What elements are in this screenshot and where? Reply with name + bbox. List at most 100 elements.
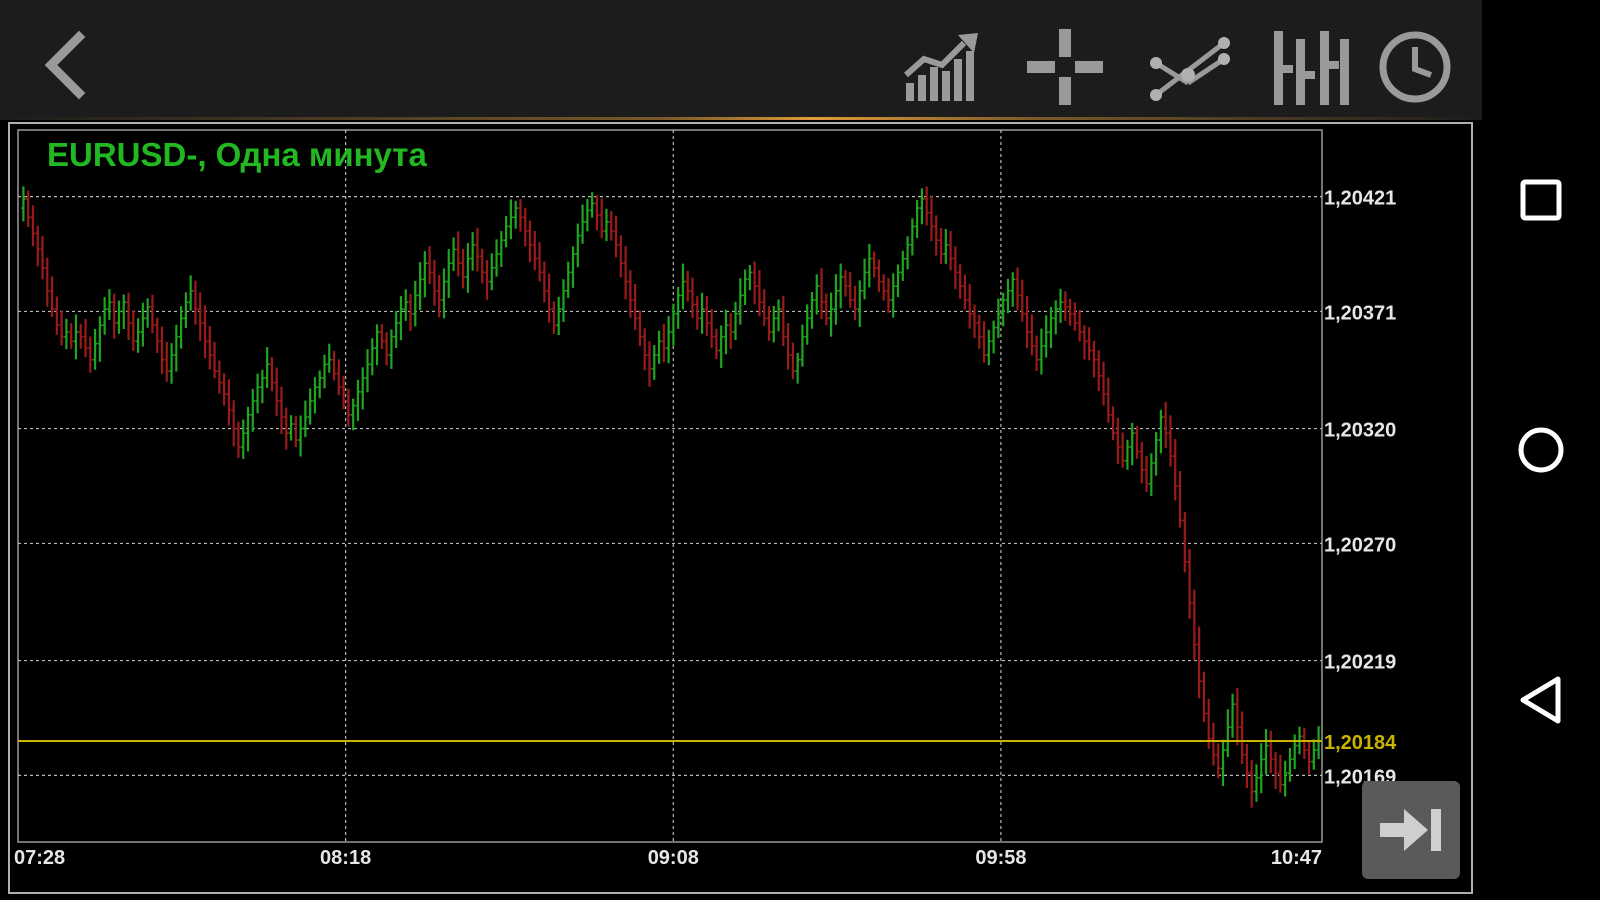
ohlc-bar [135,318,141,353]
ohlc-bar [212,341,217,379]
ohlc-bar [422,251,428,298]
ohlc-bar [341,375,346,410]
ohlc-bar [843,269,848,297]
ohlc-bar [704,296,710,336]
ohlc-bar [1134,426,1140,459]
price-chart[interactable]: EURUSD-, Одна минута 1,20421 1,20371 1,203… [10,124,1475,896]
ohlc-bar [632,283,638,330]
ohlc-bar [250,388,256,432]
ohlc-bar [537,242,542,282]
ohlc-bar [327,343,332,373]
ohlc-bar [54,296,60,335]
ohlc-bar [666,316,671,364]
ohlc-bar [790,342,796,380]
ohlc-bar [900,250,906,281]
ohlc-bar [609,211,614,241]
y-tick-label: 1,20270 [1324,534,1396,556]
y-tick-label: 1,20219 [1324,652,1396,674]
ohlc-bar [1268,730,1274,774]
ohlc-bar [403,289,408,321]
toolbar-accent-line [0,117,1482,120]
ohlc-bar [1163,402,1168,449]
chart-frame[interactable]: EURUSD-, Одна минута 1,20421 1,20371 1,203… [8,122,1473,894]
ohlc-bar [169,343,174,384]
ohlc-bar [776,299,781,332]
back-nav-button[interactable] [1496,655,1586,745]
ohlc-bar [102,297,107,335]
home-button[interactable] [1496,405,1586,495]
ohlc-bar [336,359,342,396]
recent-apps-icon [1520,179,1562,221]
crosshair-button[interactable] [1020,22,1110,112]
ohlc-bar [1316,726,1321,760]
ohlc-bar [97,316,103,362]
ohlc-bar [470,232,475,271]
ohlc-bar [934,215,939,256]
ohlc-bar [905,236,910,270]
ohlc-bar [198,292,203,341]
ohlc-bar [977,314,982,349]
ohlc-bar [83,318,88,358]
ohlc-bar [709,309,714,349]
ohlc-bar [384,332,389,366]
recent-apps-button[interactable] [1496,155,1586,245]
ohlc-bar [1278,754,1283,793]
y-tick-label: 1,20421 [1324,188,1396,210]
ohlc-bar [1077,310,1082,342]
ohlc-bar [260,369,265,404]
ohlc-bar [183,292,189,328]
ohlc-bar [757,269,762,317]
ohlc-bar [1230,693,1235,738]
objects-button[interactable] [1145,22,1235,112]
back-button[interactable] [20,22,110,112]
ohlc-bar [346,388,351,427]
ohlc-bar [1263,729,1269,775]
ohlc-bar [532,231,537,271]
ohlc-bar [728,313,733,349]
ohlc-bar [580,204,585,244]
ohlc-bar [1158,409,1164,454]
ohlc-bar [350,398,356,431]
ohlc-bar [432,259,437,306]
ohlc-bar [1239,711,1245,765]
ohlc-bar [795,352,800,384]
ohlc-bar [986,329,992,366]
ohlc-bar [551,301,557,334]
scroll-to-end-button[interactable] [1362,781,1460,879]
ohlc-bar [652,345,657,380]
ohlc-bar [628,270,633,318]
ohlc-bar [1254,764,1259,802]
ohlc-bar [838,263,843,309]
ohlc-bar [929,195,934,242]
ohlc-bar [556,296,561,335]
ohlc-bar [1149,453,1154,497]
ohlc-bar [475,227,480,272]
ohlc-bar [881,274,886,301]
chart-type-button[interactable] [895,22,985,112]
ohlc-bar [446,249,451,299]
x-tick-label: 07:28 [14,847,65,869]
ohlc-bar [561,279,566,322]
ohlc-bar [35,225,40,267]
ohlc-bar [1173,439,1178,501]
ohlc-bar [718,325,724,368]
ohlc-bar [919,188,925,225]
ohlc-bar [59,310,64,346]
timeframe-button[interactable] [1370,22,1460,112]
ohlc-bar [456,231,461,277]
ohlc-bar [527,220,533,263]
ohlc-bar [1010,272,1015,307]
bars-button[interactable] [1265,22,1355,112]
ohlc-bar [155,317,160,353]
ohlc-bar [546,273,552,323]
ohlc-bar [288,415,294,441]
ohlc-bar [1182,512,1187,573]
ohlc-bar [1067,298,1073,326]
ohlc-bar [1302,727,1307,759]
ohlc-bar [1091,340,1097,378]
ohlc-bar [513,200,518,229]
ohlc-bar [957,264,963,299]
ohlc-bar [393,310,399,348]
ohlc-bar [21,186,26,222]
ohlc-bar [1259,743,1264,794]
